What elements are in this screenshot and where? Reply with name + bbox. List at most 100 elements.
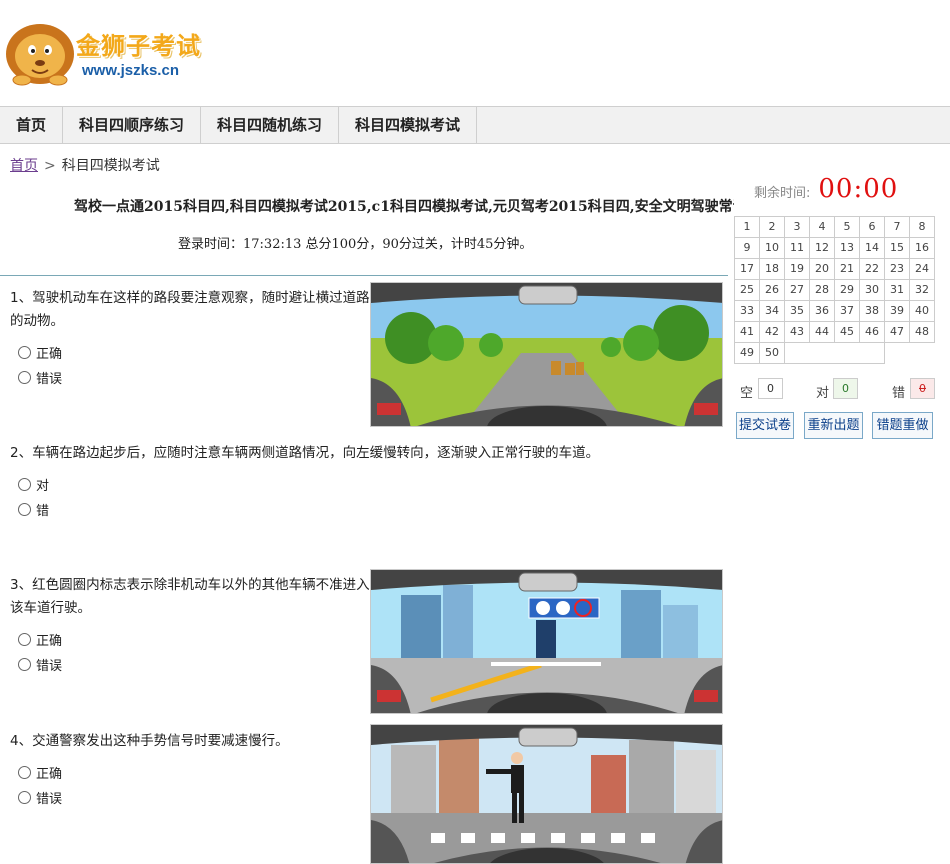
main-nav: 首页 科目四顺序练习 科目四随机练习 科目四模拟考试 bbox=[0, 106, 950, 144]
question-number-cell[interactable]: 20 bbox=[810, 259, 835, 280]
question-number-cell[interactable]: 30 bbox=[860, 280, 885, 301]
question-3: 3、红色圆圈内标志表示除非机动车以外的其他车辆不准进入该车道行驶。 正确 错误 bbox=[10, 574, 370, 675]
question-3-option-1[interactable]: 正确 bbox=[18, 629, 370, 650]
radio-button[interactable] bbox=[18, 478, 31, 491]
exam-info: 登录时间：17:32:13 总分100分，90分过关，计时45分钟。 bbox=[178, 237, 533, 252]
timer-label: 剩余时间: bbox=[754, 186, 811, 201]
option-label: 错误 bbox=[36, 792, 63, 807]
question-number-cell[interactable]: 50 bbox=[760, 343, 785, 364]
question-number-cell[interactable]: 25 bbox=[735, 280, 760, 301]
question-3-option-2[interactable]: 错误 bbox=[18, 654, 370, 675]
question-number-cell[interactable]: 38 bbox=[860, 301, 885, 322]
question-number-cell[interactable]: 7 bbox=[885, 217, 910, 238]
question-number-cell[interactable]: 16 bbox=[910, 238, 935, 259]
question-number-cell[interactable]: 8 bbox=[910, 217, 935, 238]
radio-button[interactable] bbox=[18, 503, 31, 516]
question-number-cell[interactable]: 49 bbox=[735, 343, 760, 364]
traffic-police-illustration bbox=[371, 725, 722, 863]
breadcrumb-separator: > bbox=[44, 158, 56, 174]
radio-button[interactable] bbox=[18, 371, 31, 384]
nav-home[interactable]: 首页 bbox=[0, 107, 64, 144]
city-lane-signs-illustration bbox=[371, 570, 722, 713]
question-number-cell[interactable]: 47 bbox=[885, 322, 910, 343]
question-number-cell[interactable]: 21 bbox=[835, 259, 860, 280]
question-number-cell[interactable]: 34 bbox=[760, 301, 785, 322]
nav-random-practice[interactable]: 科目四随机练习 bbox=[201, 107, 340, 144]
question-number-cell[interactable]: 1 bbox=[735, 217, 760, 238]
option-label: 错 bbox=[36, 504, 50, 519]
radio-button[interactable] bbox=[18, 791, 31, 804]
question-number-cell[interactable]: 17 bbox=[735, 259, 760, 280]
question-4-option-2[interactable]: 错误 bbox=[18, 787, 370, 808]
question-number-cell[interactable]: 5 bbox=[835, 217, 860, 238]
divider bbox=[0, 275, 728, 276]
question-number-cell[interactable]: 42 bbox=[760, 322, 785, 343]
question-number-cell[interactable]: 18 bbox=[760, 259, 785, 280]
question-number-cell[interactable]: 15 bbox=[885, 238, 910, 259]
option-label: 正确 bbox=[36, 347, 63, 362]
question-number-grid: 1 2 3 4 5 6 7 8 9 10 11 12 13 14 15 16 17 18 19 20 21 22 23 24 2… bbox=[734, 216, 935, 364]
question-1: 1、驾驶机动车在这样的路段要注意观察，随时避让横过道路的动物。 正确 错误 bbox=[10, 287, 370, 388]
question-number-cell[interactable]: 35 bbox=[785, 301, 810, 322]
question-number-cell[interactable]: 24 bbox=[910, 259, 935, 280]
nav-sequential-practice[interactable]: 科目四顺序练习 bbox=[63, 107, 202, 144]
question-number-cell[interactable]: 14 bbox=[860, 238, 885, 259]
question-number-cell[interactable]: 36 bbox=[810, 301, 835, 322]
grid-filler bbox=[785, 343, 885, 364]
nav-mock-exam[interactable]: 科目四模拟考试 bbox=[339, 107, 478, 144]
question-number-cell[interactable]: 12 bbox=[810, 238, 835, 259]
question-number-cell[interactable]: 9 bbox=[735, 238, 760, 259]
option-label: 正确 bbox=[36, 767, 63, 782]
question-number-cell[interactable]: 28 bbox=[810, 280, 835, 301]
question-number-cell[interactable]: 32 bbox=[910, 280, 935, 301]
question-number-cell[interactable]: 48 bbox=[910, 322, 935, 343]
question-number-cell[interactable]: 23 bbox=[885, 259, 910, 280]
question-1-option-2[interactable]: 错误 bbox=[18, 367, 370, 388]
question-number-cell[interactable]: 6 bbox=[860, 217, 885, 238]
question-2: 2、车辆在路边起步后，应随时注意车辆两侧道路情况，向左缓慢转向，逐渐驶入正常行驶… bbox=[10, 442, 720, 520]
site-url: www.jszks.cn bbox=[82, 62, 179, 79]
question-2-option-1[interactable]: 对 bbox=[18, 474, 720, 495]
question-number-cell[interactable]: 43 bbox=[785, 322, 810, 343]
question-number-cell[interactable]: 4 bbox=[810, 217, 835, 238]
question-number-cell[interactable]: 3 bbox=[785, 217, 810, 238]
submit-exam-button[interactable]: 提交试卷 bbox=[736, 412, 794, 439]
question-number-cell[interactable]: 10 bbox=[760, 238, 785, 259]
question-number-cell[interactable]: 13 bbox=[835, 238, 860, 259]
question-number-cell[interactable]: 40 bbox=[910, 301, 935, 322]
empty-count: 0 bbox=[758, 378, 783, 399]
question-number-cell[interactable]: 44 bbox=[810, 322, 835, 343]
question-number-cell[interactable]: 37 bbox=[835, 301, 860, 322]
question-number-cell[interactable]: 22 bbox=[860, 259, 885, 280]
radio-button[interactable] bbox=[18, 766, 31, 779]
question-number-cell[interactable]: 27 bbox=[785, 280, 810, 301]
question-number-cell[interactable]: 19 bbox=[785, 259, 810, 280]
question-2-option-2[interactable]: 错 bbox=[18, 499, 720, 520]
question-number-cell[interactable]: 45 bbox=[835, 322, 860, 343]
question-1-option-1[interactable]: 正确 bbox=[18, 342, 370, 363]
question-4-option-1[interactable]: 正确 bbox=[18, 762, 370, 783]
question-number-cell[interactable]: 39 bbox=[885, 301, 910, 322]
question-number-cell[interactable]: 41 bbox=[735, 322, 760, 343]
radio-button[interactable] bbox=[18, 633, 31, 646]
site-title: 金狮子考试 bbox=[76, 31, 201, 60]
question-number-cell[interactable]: 2 bbox=[760, 217, 785, 238]
radio-button[interactable] bbox=[18, 346, 31, 359]
regenerate-questions-button[interactable]: 重新出题 bbox=[804, 412, 863, 439]
radio-button[interactable] bbox=[18, 658, 31, 671]
question-number-cell[interactable]: 46 bbox=[860, 322, 885, 343]
breadcrumb: 首页 > 科目四模拟考试 bbox=[10, 155, 160, 175]
question-1-text: 1、驾驶机动车在这样的路段要注意观察，随时避让横过道路的动物。 bbox=[10, 290, 370, 329]
question-number-cell[interactable]: 33 bbox=[735, 301, 760, 322]
redo-wrong-button[interactable]: 错题重做 bbox=[872, 412, 933, 439]
lion-logo-icon bbox=[6, 24, 74, 86]
road-animals-illustration bbox=[371, 283, 722, 426]
breadcrumb-home-link[interactable]: 首页 bbox=[10, 158, 38, 174]
question-number-cell[interactable]: 11 bbox=[785, 238, 810, 259]
timer-value: 00:00 bbox=[818, 174, 899, 204]
question-number-cell[interactable]: 29 bbox=[835, 280, 860, 301]
question-4-image bbox=[370, 724, 723, 864]
question-number-cell[interactable]: 31 bbox=[885, 280, 910, 301]
answer-stats: 空 0 对 0 错 0 bbox=[740, 378, 940, 402]
question-number-cell[interactable]: 26 bbox=[760, 280, 785, 301]
